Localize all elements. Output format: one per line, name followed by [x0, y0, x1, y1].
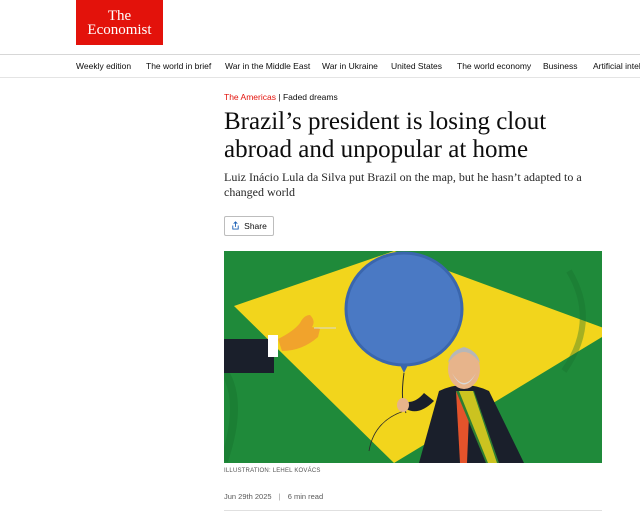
site-header: The Economist	[0, 0, 640, 55]
article-headline: Brazil’s president is losing clout abroa…	[224, 108, 547, 163]
economist-logo[interactable]: The Economist	[76, 0, 163, 45]
article-meta: Jun 29th 2025 | 6 min read	[224, 492, 323, 501]
section-link[interactable]: The Americas	[224, 92, 276, 102]
main-navigation: Weekly edition The world in brief War in…	[0, 55, 640, 78]
meta-separator: |	[278, 492, 281, 501]
logo-line-2: Economist	[87, 22, 152, 38]
article-rubric: The Americas | Faded dreams	[224, 92, 338, 102]
read-time: 6 min read	[287, 492, 324, 501]
image-caption: ILLUSTRATION: LEHEL KOVÁCS	[224, 468, 321, 474]
article-subheadline: Luiz Inácio Lula da Silva put Brazil on …	[224, 170, 582, 199]
nav-item-ukraine[interactable]: War in Ukraine	[322, 61, 378, 71]
divider	[224, 510, 602, 511]
publish-date: Jun 29th 2025	[224, 492, 272, 501]
rubric-separator: |	[278, 92, 281, 102]
nav-item-world-economy[interactable]: The world economy	[457, 61, 531, 71]
nav-item-world-in-brief[interactable]: The world in brief	[146, 61, 211, 71]
nav-item-united-states[interactable]: United States	[391, 61, 442, 71]
nav-item-weekly-edition[interactable]: Weekly edition	[76, 61, 131, 71]
share-label: Share	[244, 221, 267, 231]
fly-title: Faded dreams	[282, 92, 338, 102]
share-button[interactable]: Share	[224, 216, 274, 236]
share-icon	[231, 220, 240, 232]
article-illustration	[224, 251, 602, 463]
logo-line-1: The	[107, 8, 132, 24]
nav-item-ai[interactable]: Artificial intel	[593, 61, 640, 71]
nav-item-business[interactable]: Business	[543, 61, 578, 71]
nav-item-middle-east[interactable]: War in the Middle East	[225, 61, 310, 71]
